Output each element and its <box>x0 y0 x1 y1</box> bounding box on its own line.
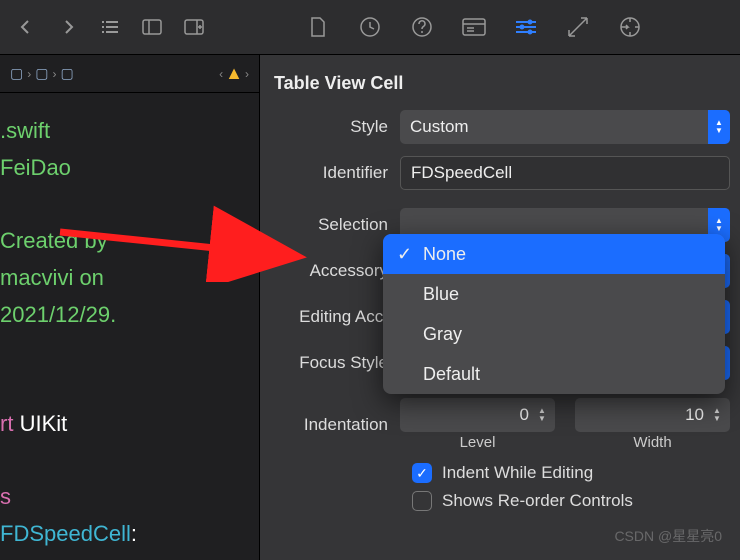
code-editor[interactable]: .swift FeiDao Created by macvivi on 2021… <box>0 93 259 560</box>
path-prev-icon[interactable]: ‹ <box>219 67 223 81</box>
breadcrumb[interactable]: ▢ › ▢ › ▢ ‹ ▲ › <box>0 55 259 93</box>
nav-tools <box>8 15 268 39</box>
identity-inspector-icon[interactable] <box>462 15 486 39</box>
shows-reorder-checkbox[interactable] <box>412 491 432 511</box>
code-token: rt <box>0 411 20 436</box>
indentation-label: Indentation <box>270 415 400 435</box>
forward-icon[interactable] <box>56 15 80 39</box>
width-stepper[interactable]: 10 ▲▼ <box>575 398 730 432</box>
section-title: Table View Cell <box>270 69 730 110</box>
selection-dropdown: ✓ None Blue Gray Default <box>383 234 725 394</box>
code-line: .swift <box>0 118 50 143</box>
updown-icon: ▲▼ <box>708 110 730 144</box>
selection-label: Selection <box>270 215 400 235</box>
dropdown-item-default[interactable]: Default <box>383 354 725 394</box>
shows-reorder-label: Shows Re-order Controls <box>442 491 633 511</box>
code-line: FeiDao <box>0 155 71 180</box>
top-toolbar <box>0 0 740 55</box>
help-inspector-icon[interactable] <box>410 15 434 39</box>
style-label: Style <box>270 117 400 137</box>
size-inspector-icon[interactable] <box>566 15 590 39</box>
identifier-input[interactable]: FDSpeedCell <box>400 156 730 190</box>
dropdown-item-gray[interactable]: Gray <box>383 314 725 354</box>
dropdown-item-label: Blue <box>423 284 459 305</box>
focus-style-label: Focus Style <box>270 353 400 373</box>
stepper-icon: ▲▼ <box>535 407 549 423</box>
identifier-value: FDSpeedCell <box>411 163 512 183</box>
indent-editing-checkbox[interactable]: ✓ <box>412 463 432 483</box>
code-line: 2021/12/29. <box>0 302 116 327</box>
sidebar-icon[interactable] <box>140 15 164 39</box>
level-value: 0 <box>520 405 529 425</box>
style-value: Custom <box>410 117 469 137</box>
code-line: s <box>0 484 11 509</box>
outline-icon[interactable] <box>98 15 122 39</box>
width-sublabel: Width <box>633 434 671 451</box>
dropdown-item-label: Default <box>423 364 480 385</box>
back-icon[interactable] <box>14 15 38 39</box>
dropdown-item-blue[interactable]: Blue <box>383 274 725 314</box>
code-token: UIKit <box>20 411 68 436</box>
path-next-icon[interactable]: › <box>245 67 249 81</box>
add-panel-icon[interactable] <box>182 15 206 39</box>
level-stepper[interactable]: 0 ▲▼ <box>400 398 555 432</box>
editing-acc-label: Editing Acc. <box>270 307 400 327</box>
file-inspector-icon[interactable] <box>306 15 330 39</box>
code-token: FDSpeedCell <box>0 521 131 546</box>
dropdown-item-none[interactable]: ✓ None <box>383 234 725 274</box>
check-icon: ✓ <box>397 244 412 265</box>
folder-icon: ▢ <box>10 65 23 82</box>
warning-icon[interactable]: ▲ <box>225 63 243 84</box>
inspector-tabs <box>268 15 732 39</box>
code-line: macvivi on <box>0 265 104 290</box>
style-select[interactable]: Custom ▲▼ <box>400 110 730 144</box>
watermark: CSDN @星星亮0 <box>614 526 722 546</box>
editor-pane: ▢ › ▢ › ▢ ‹ ▲ › .swift FeiDao Created by… <box>0 55 260 560</box>
connections-inspector-icon[interactable] <box>618 15 642 39</box>
identifier-label: Identifier <box>270 163 400 183</box>
folder-icon: ▢ <box>60 65 73 82</box>
code-token: : <box>131 521 137 546</box>
indent-editing-label: Indent While Editing <box>442 463 593 483</box>
dropdown-item-label: None <box>423 244 466 265</box>
chevron-right-icon: › <box>27 67 31 81</box>
chevron-right-icon: › <box>52 67 56 81</box>
code-line: Created by <box>0 228 108 253</box>
accessory-label: Accessory <box>270 261 400 281</box>
width-value: 10 <box>685 405 704 425</box>
level-sublabel: Level <box>460 434 496 451</box>
dropdown-item-label: Gray <box>423 324 462 345</box>
stepper-icon: ▲▼ <box>710 407 724 423</box>
history-inspector-icon[interactable] <box>358 15 382 39</box>
attributes-inspector-icon[interactable] <box>514 15 538 39</box>
folder-icon: ▢ <box>35 65 48 82</box>
